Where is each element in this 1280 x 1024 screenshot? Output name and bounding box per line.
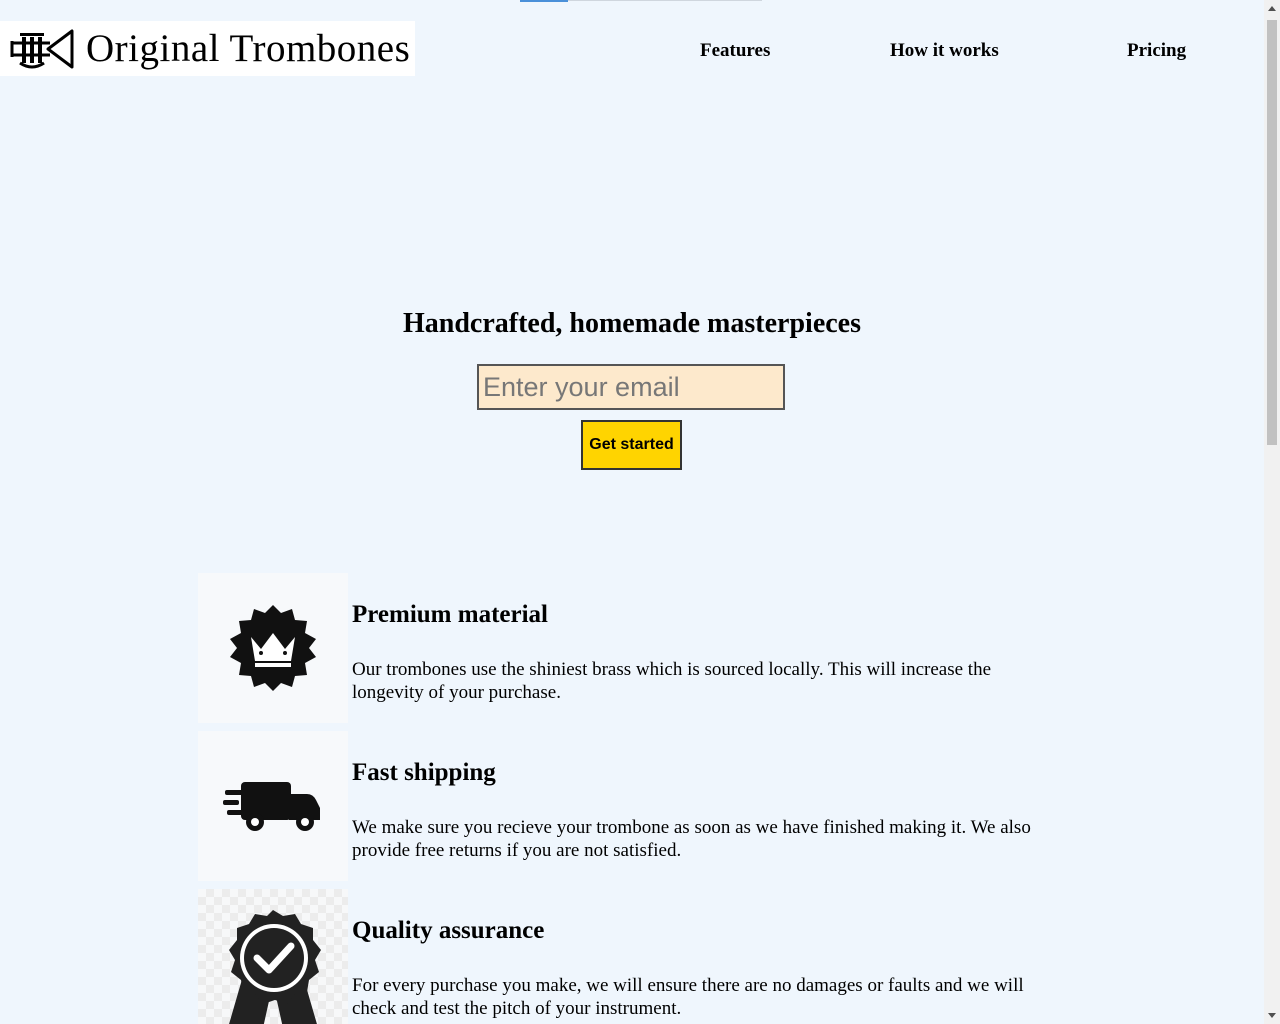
feature-title: Quality assurance xyxy=(352,917,545,944)
feature-description: Our trombones use the shiniest brass whi… xyxy=(352,659,992,703)
feature-image xyxy=(198,731,348,881)
scroll-up-arrow-icon[interactable] xyxy=(1264,0,1280,17)
nav-link-features[interactable]: Features xyxy=(700,40,770,62)
feature-title: Premium material xyxy=(352,601,548,628)
feature-description: We make sure you recieve your trombone a… xyxy=(352,817,1031,861)
scrollbar-thumb[interactable] xyxy=(1267,20,1277,445)
nav-link-pricing[interactable]: Pricing xyxy=(1127,40,1186,62)
award-ribbon-check-icon xyxy=(228,909,321,1024)
feature-image xyxy=(198,573,348,723)
page: Original Trombones Features How it works… xyxy=(0,0,1280,1024)
email-input[interactable] xyxy=(477,364,785,410)
feature-title: Fast shipping xyxy=(352,759,496,786)
scroll-down-arrow-icon[interactable] xyxy=(1264,1007,1280,1024)
feature-fast-shipping: Fast shipping We make sure you recieve y… xyxy=(198,731,1068,881)
feature-quality-assurance: Quality assurance For every purchase you… xyxy=(198,889,1068,1024)
badge-crown-icon xyxy=(230,605,316,691)
main-nav: Features How it works Pricing xyxy=(0,40,1264,64)
vertical-scrollbar[interactable] xyxy=(1264,0,1280,1024)
delivery-truck-icon xyxy=(223,782,320,831)
feature-premium-material: Premium material Our trombones use the s… xyxy=(198,573,1068,723)
nav-link-how-it-works[interactable]: How it works xyxy=(890,40,999,62)
top-progress-indicator xyxy=(520,0,568,2)
hero-title: Handcrafted, homemade masterpieces xyxy=(402,308,861,339)
get-started-button[interactable]: Get started xyxy=(581,420,682,470)
feature-description: For every purchase you make, we will ens… xyxy=(352,975,1024,1019)
feature-image xyxy=(198,889,348,1024)
